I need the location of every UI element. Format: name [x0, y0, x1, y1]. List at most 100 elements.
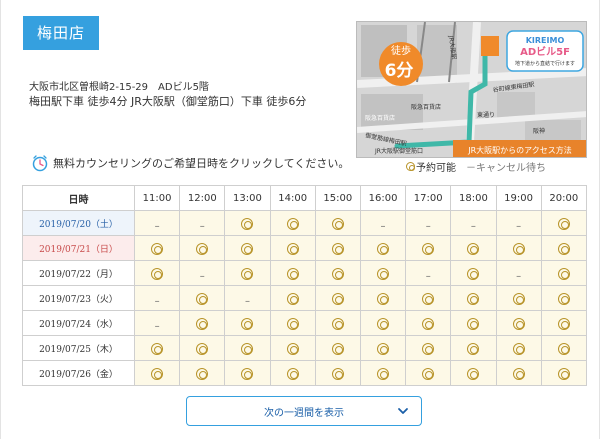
- available-slot[interactable]: [405, 335, 452, 361]
- available-slot[interactable]: [540, 335, 588, 361]
- unavailable-mark: –: [199, 270, 205, 282]
- available-slot[interactable]: [495, 310, 542, 336]
- available-slot[interactable]: [269, 235, 316, 261]
- available-slot[interactable]: [405, 310, 452, 336]
- available-slot[interactable]: [359, 310, 407, 336]
- available-slot[interactable]: [450, 335, 497, 361]
- available-icon: [467, 293, 480, 305]
- available-slot[interactable]: [359, 260, 407, 286]
- available-icon: [467, 318, 480, 330]
- unavailable-slot: –: [359, 210, 407, 236]
- available-slot[interactable]: [269, 360, 316, 386]
- available-slot[interactable]: [133, 335, 181, 361]
- available-slot[interactable]: [224, 210, 271, 236]
- available-slot[interactable]: [450, 285, 497, 311]
- time-column-header: 11:00: [133, 185, 181, 211]
- store-access: 梅田駅下車 徒歩4分 JR大阪駅（御堂筋口）下車 徒歩6分: [29, 95, 307, 108]
- available-slot[interactable]: [540, 285, 588, 311]
- available-slot[interactable]: [269, 260, 316, 286]
- available-icon: [377, 293, 390, 305]
- available-slot[interactable]: [405, 235, 452, 261]
- available-icon: [151, 243, 164, 255]
- available-icon: [467, 243, 480, 255]
- available-slot[interactable]: [179, 285, 226, 311]
- available-slot[interactable]: [314, 260, 361, 286]
- available-slot[interactable]: [269, 210, 316, 236]
- available-slot[interactable]: [314, 310, 361, 336]
- available-slot[interactable]: [540, 360, 588, 386]
- available-slot[interactable]: [359, 360, 407, 386]
- store-name-badge: 梅田店: [23, 16, 99, 50]
- available-slot[interactable]: [405, 285, 452, 311]
- building-note: 地下道から直結で行けます: [515, 60, 575, 67]
- available-slot[interactable]: [314, 360, 361, 386]
- brand-name: KIREIMO: [526, 36, 565, 45]
- available-icon: [406, 162, 415, 171]
- available-slot[interactable]: [540, 260, 588, 286]
- map-label-hanshin: 阪神: [533, 127, 545, 135]
- available-slot[interactable]: [540, 310, 588, 336]
- clock-icon: [32, 155, 48, 172]
- available-icon: [512, 293, 525, 305]
- available-icon: [557, 293, 570, 305]
- access-map-graphic: 徒歩 6分 KIREIMO ADビル5F 地下道から直結で行けます JR大阪駅 …: [357, 22, 586, 157]
- walk-label: 徒歩: [391, 44, 411, 57]
- available-slot[interactable]: [359, 335, 407, 361]
- available-slot[interactable]: [269, 285, 316, 311]
- available-icon: [422, 343, 435, 355]
- map-label-hankyu-west: 阪急百貨店: [365, 114, 395, 122]
- available-slot[interactable]: [224, 260, 271, 286]
- available-slot[interactable]: [450, 260, 497, 286]
- building-name: ADビル5F: [520, 45, 570, 58]
- available-slot[interactable]: [405, 360, 452, 386]
- available-slot[interactable]: [495, 235, 542, 261]
- available-slot[interactable]: [540, 235, 588, 261]
- time-column-header: 20:00: [540, 185, 588, 211]
- available-slot[interactable]: [495, 360, 542, 386]
- time-column-header: 13:00: [224, 185, 271, 211]
- table-row: 2019/07/24（水） –: [22, 310, 588, 336]
- table-row: 2019/07/23（火） – –: [22, 285, 588, 311]
- available-slot[interactable]: [224, 335, 271, 361]
- map-label-hankyu-east: 阪急百貨店: [411, 103, 441, 111]
- store-address: 大阪市北区曽根崎2-15-29 ADビル5階: [29, 82, 209, 93]
- available-slot[interactable]: [314, 335, 361, 361]
- available-icon: [196, 243, 209, 255]
- available-slot[interactable]: [269, 335, 316, 361]
- available-slot[interactable]: [133, 360, 181, 386]
- available-slot[interactable]: [450, 235, 497, 261]
- unavailable-mark: –: [244, 295, 250, 307]
- available-slot[interactable]: [359, 285, 407, 311]
- available-slot[interactable]: [179, 360, 226, 386]
- next-week-button[interactable]: 次の一週間を表示: [186, 396, 422, 426]
- available-slot[interactable]: [224, 360, 271, 386]
- available-slot[interactable]: [179, 335, 226, 361]
- available-slot[interactable]: [133, 235, 181, 261]
- access-map[interactable]: 徒歩 6分 KIREIMO ADビル5F 地下道から直結で行けます JR大阪駅 …: [356, 21, 587, 158]
- available-slot[interactable]: [314, 235, 361, 261]
- available-slot[interactable]: [450, 310, 497, 336]
- available-slot[interactable]: [450, 360, 497, 386]
- available-slot[interactable]: [133, 260, 181, 286]
- available-slot[interactable]: [495, 285, 542, 311]
- available-slot[interactable]: [359, 235, 407, 261]
- available-icon: [557, 268, 570, 280]
- unavailable-mark: –: [199, 220, 205, 232]
- available-slot[interactable]: [314, 285, 361, 311]
- available-icon: [196, 343, 209, 355]
- available-icon: [331, 243, 344, 255]
- available-icon: [377, 268, 390, 280]
- available-icon: [557, 368, 570, 380]
- available-slot[interactable]: [224, 235, 271, 261]
- available-slot[interactable]: [224, 310, 271, 336]
- available-icon: [241, 368, 254, 380]
- available-slot[interactable]: [540, 210, 588, 236]
- available-icon: [241, 268, 254, 280]
- available-slot[interactable]: [179, 310, 226, 336]
- unavailable-mark: –: [470, 220, 476, 232]
- row-date: 2019/07/26（金）: [22, 360, 135, 386]
- available-slot[interactable]: [179, 235, 226, 261]
- available-slot[interactable]: [269, 310, 316, 336]
- available-slot[interactable]: [495, 335, 542, 361]
- available-slot[interactable]: [314, 210, 361, 236]
